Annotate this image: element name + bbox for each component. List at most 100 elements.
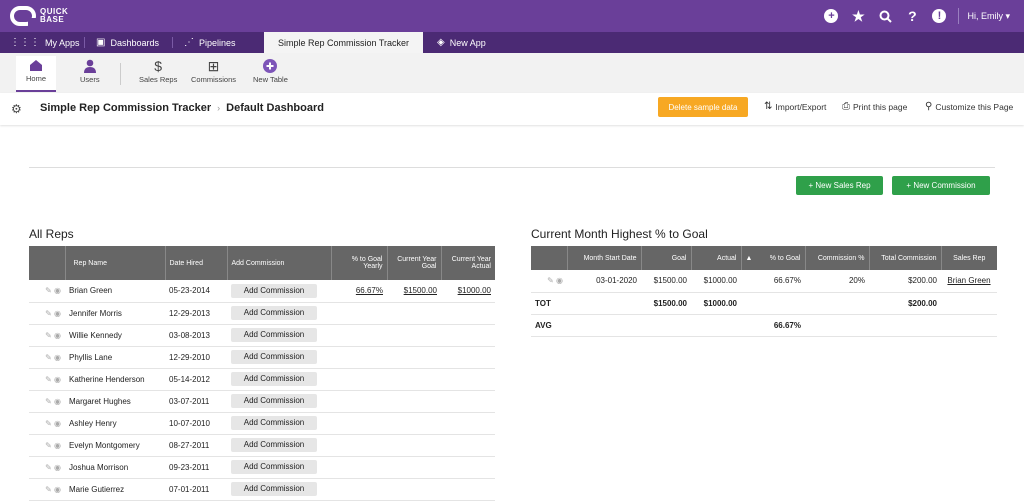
col-date-hired[interactable]: Date Hired [164, 246, 227, 280]
view-icon[interactable]: ◉ [54, 485, 61, 494]
view-icon[interactable]: ◉ [556, 276, 563, 285]
table-row[interactable]: ✎ ◉ 03-01-2020 $1500.00 $1000.00 66.67% … [531, 270, 997, 293]
table-row[interactable]: ✎ ◉ Jennifer Morris 12-29-2013 Add Commissi… [29, 302, 495, 325]
cell-current-year-actual[interactable] [441, 390, 495, 413]
cell-pct-to-goal[interactable] [331, 368, 387, 391]
table-row[interactable]: ✎ ◉ Margaret Hughes 03-07-2011 Add Commissi… [29, 390, 495, 413]
alert-icon[interactable]: ! [928, 5, 950, 27]
table-row[interactable]: ✎ ◉ Willie Kennedy 03-08-2013 Add Commissio… [29, 324, 495, 347]
cell-current-year-goal[interactable] [387, 368, 441, 391]
tab-dashboards[interactable]: ▣ Dashboards [86, 32, 169, 53]
cell-current-year-goal[interactable] [387, 412, 441, 435]
col-actual[interactable]: Actual [690, 246, 741, 270]
table-row[interactable]: ✎ ◉ Katherine Henderson 05-14-2012 Add Comm… [29, 368, 495, 391]
col-goal[interactable]: Goal [640, 246, 691, 270]
add-commission-button[interactable]: Add Commission [231, 416, 317, 430]
col-current-year-goal[interactable]: Current Year Goal [386, 246, 441, 280]
nav-users[interactable]: Users [80, 57, 100, 84]
help-icon[interactable]: ? [901, 5, 923, 27]
nav-new-table[interactable]: New Table [253, 57, 288, 84]
tab-simple-rep-commission-tracker[interactable]: Simple Rep Commission Tracker [264, 32, 423, 53]
cell-current-year-goal[interactable]: $1500.00 [387, 280, 441, 303]
cell-pct-to-goal[interactable] [331, 346, 387, 369]
cell-rep-name[interactable]: Jennifer Morris [65, 302, 165, 325]
col-rep-name[interactable]: Rep Name [64, 246, 165, 280]
cell-current-year-goal[interactable] [387, 346, 441, 369]
table-row[interactable]: ✎ ◉ Evelyn Montgomery 08-27-2011 Add Commis… [29, 434, 495, 457]
col-pct-to-goal[interactable]: % to Goal Yearly [330, 246, 387, 280]
new-commission-button[interactable]: + New Commission [892, 176, 990, 195]
cell-current-year-goal[interactable] [387, 456, 441, 479]
cell-rep-name[interactable]: Ashley Henry [65, 412, 165, 435]
col-current-year-actual[interactable]: Current Year Actual [440, 246, 495, 280]
table-row[interactable]: ✎ ◉ Joshua Morrison 09-23-2011 Add Commissi… [29, 456, 495, 479]
star-icon[interactable]: ★ [847, 5, 869, 27]
cell-pct-to-goal[interactable] [331, 324, 387, 347]
table-row[interactable]: ✎ ◉ Ashley Henry 10-07-2010 Add Commission [29, 412, 495, 435]
add-commission-button[interactable]: Add Commission [231, 328, 317, 342]
cell-pct-to-goal[interactable] [331, 390, 387, 413]
view-icon[interactable]: ◉ [54, 353, 61, 362]
cell-rep-name[interactable]: Willie Kennedy [65, 324, 165, 347]
add-commission-button[interactable]: Add Commission [231, 306, 317, 320]
edit-icon[interactable]: ✎ [547, 276, 554, 285]
gear-icon[interactable]: ⚙ [11, 102, 22, 116]
add-commission-button[interactable]: Add Commission [231, 438, 317, 452]
cell-sales-rep-link[interactable]: Brian Green [941, 270, 997, 293]
view-icon[interactable]: ◉ [54, 397, 61, 406]
view-icon[interactable]: ◉ [54, 419, 61, 428]
cell-current-year-actual[interactable] [441, 368, 495, 391]
cell-current-year-actual[interactable] [441, 434, 495, 457]
view-icon[interactable]: ◉ [54, 286, 61, 295]
cell-current-year-goal[interactable] [387, 324, 441, 347]
cell-pct-to-goal[interactable] [331, 412, 387, 435]
user-menu[interactable]: Hi, Emily ▾ [967, 11, 1010, 22]
add-commission-button[interactable]: Add Commission [231, 283, 317, 298]
cell-current-year-goal[interactable] [387, 434, 441, 457]
cell-current-year-actual[interactable] [441, 346, 495, 369]
cell-rep-name[interactable]: Phyllis Lane [65, 346, 165, 369]
delete-sample-data-button[interactable]: Delete sample data [658, 97, 748, 117]
cell-current-year-actual[interactable] [441, 302, 495, 325]
tab-new-app[interactable]: ◈ New App [427, 32, 496, 53]
cell-current-year-actual[interactable] [441, 412, 495, 435]
cell-pct-to-goal[interactable] [331, 456, 387, 479]
edit-icon[interactable]: ✎ [45, 485, 52, 494]
quickbase-logo[interactable]: QUICK BASE [10, 6, 68, 26]
add-commission-button[interactable]: Add Commission [231, 372, 317, 386]
col-add-commission[interactable]: Add Commission [226, 246, 331, 280]
nav-sales-reps[interactable]: $ Sales Reps [139, 57, 177, 84]
cell-rep-name[interactable]: Evelyn Montgomery [65, 434, 165, 457]
cell-rep-name[interactable]: Katherine Henderson [65, 368, 165, 391]
add-commission-button[interactable]: Add Commission [231, 394, 317, 408]
view-icon[interactable]: ◉ [54, 441, 61, 450]
add-commission-button[interactable]: Add Commission [231, 460, 317, 474]
edit-icon[interactable]: ✎ [45, 286, 52, 295]
edit-icon[interactable]: ✎ [45, 331, 52, 340]
add-commission-button[interactable]: Add Commission [231, 482, 317, 496]
tab-pipelines[interactable]: ⋰ Pipelines [174, 32, 246, 53]
nav-commissions[interactable]: ⊞ Commissions [191, 57, 236, 85]
edit-icon[interactable]: ✎ [45, 375, 52, 384]
edit-icon[interactable]: ✎ [45, 309, 52, 318]
table-row[interactable]: ✎ ◉ Phyllis Lane 12-29-2010 Add Commission [29, 346, 495, 369]
cell-current-year-actual[interactable] [441, 478, 495, 501]
edit-icon[interactable]: ✎ [45, 353, 52, 362]
cell-rep-name[interactable]: Joshua Morrison [65, 456, 165, 479]
print-link[interactable]: ⎙ Print this page [842, 101, 907, 112]
edit-icon[interactable]: ✎ [45, 397, 52, 406]
cell-rep-name[interactable]: Margaret Hughes [65, 390, 165, 413]
cell-rep-name[interactable]: Marie Gutierrez [65, 478, 165, 501]
add-icon[interactable]: + [820, 5, 842, 27]
edit-icon[interactable]: ✎ [45, 463, 52, 472]
tab-my-apps[interactable]: ⋮⋮⋮ My Apps [0, 32, 90, 53]
col-total-commission[interactable]: Total Commission [868, 246, 941, 270]
edit-icon[interactable]: ✎ [45, 419, 52, 428]
col-pct-to-goal[interactable]: ▲ % to Goal [740, 246, 805, 270]
col-sales-rep[interactable]: Sales Rep [940, 246, 997, 270]
table-row[interactable]: ✎ ◉ Marie Gutierrez 07-01-2011 Add Commissi… [29, 478, 495, 501]
cell-current-year-actual[interactable]: $1000.00 [441, 280, 495, 303]
breadcrumb-app[interactable]: Simple Rep Commission Tracker [40, 102, 211, 114]
customize-link[interactable]: ⚲ Customize this Page [925, 101, 1013, 112]
edit-icon[interactable]: ✎ [45, 441, 52, 450]
